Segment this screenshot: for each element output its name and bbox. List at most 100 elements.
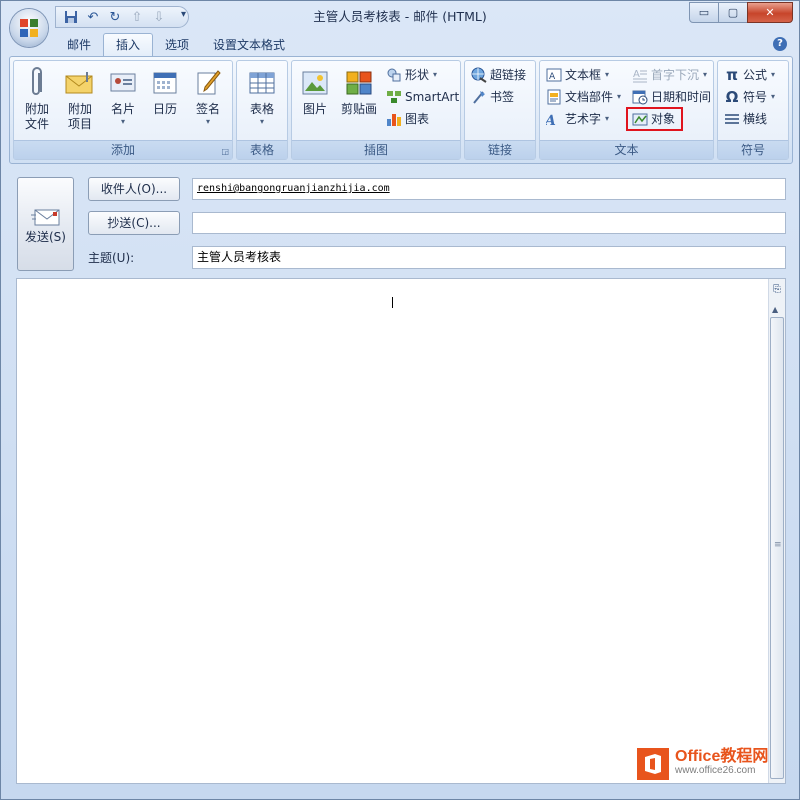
dialog-launcher-icon[interactable]: ◲ <box>221 147 229 156</box>
ribbon-tabs: 邮件 插入 选项 设置文本格式 <box>55 33 297 57</box>
smartart-label: SmartArt <box>405 90 460 104</box>
paperclip-icon <box>32 67 42 95</box>
table-label: 表格 <box>249 102 274 116</box>
shapes-button[interactable]: 形状 ▾ <box>386 65 437 85</box>
object-label: 对象 <box>651 112 676 126</box>
clipart-icon <box>346 71 372 95</box>
bookmark-icon <box>471 89 487 105</box>
attach-file-label: 附加 文件 <box>24 102 49 131</box>
calendar-button[interactable]: 日历 <box>145 66 185 117</box>
tab-options[interactable]: 选项 <box>153 33 201 57</box>
symbol-label: 符号 <box>743 90 768 104</box>
hyperlink-button[interactable]: 超链接 <box>471 65 526 85</box>
tab-format-text[interactable]: 设置文本格式 <box>201 33 297 57</box>
text-cursor <box>392 297 393 308</box>
send-envelope-icon <box>30 209 59 226</box>
to-field-value: renshi@bangongruanjianzhijia.com <box>197 183 390 194</box>
send-button[interactable]: 发送(S) <box>17 177 74 271</box>
up-arrow-icon[interactable]: ⇧ <box>126 8 148 26</box>
close-button[interactable]: ✕ <box>747 2 793 23</box>
chevron-down-icon: ▾ <box>617 92 622 101</box>
svg-text:A: A <box>633 69 640 80</box>
bookmark-label: 书签 <box>490 90 515 104</box>
group-text-title: 文本 <box>540 140 713 159</box>
chevron-down-icon: ▾ <box>703 70 708 79</box>
send-label: 发送(S) <box>25 230 66 244</box>
bookmark-button[interactable]: 书签 <box>471 87 514 107</box>
office-watermark-logo-icon <box>637 748 669 780</box>
datetime-label: 日期和时间 <box>651 90 712 104</box>
dropcap-button[interactable]: A 首字下沉 ▾ <box>632 65 707 85</box>
watermark-url: www.office26.com <box>675 765 756 776</box>
to-button[interactable]: 收件人(O)... <box>88 177 180 201</box>
office-button[interactable] <box>10 9 48 47</box>
quick-access-toolbar: ↶ ↻ ⇧ ⇩ <box>55 6 189 28</box>
save-icon[interactable] <box>60 8 82 26</box>
picture-label: 图片 <box>302 102 327 116</box>
qat-customize-icon[interactable]: ▾ <box>181 9 186 20</box>
scrollbar-thumb[interactable]: ≡ <box>770 317 784 779</box>
maximize-button[interactable]: ▢ <box>718 2 748 23</box>
horizontal-line-icon <box>724 111 740 127</box>
to-field[interactable]: renshi@bangongruanjianzhijia.com <box>192 178 786 200</box>
tab-insert[interactable]: 插入 <box>103 33 154 57</box>
tab-message[interactable]: 邮件 <box>55 33 103 57</box>
equation-label: 公式 <box>743 68 768 82</box>
ribbon-insert: 附加 文件 附加 项目 名片 ▾ 日历 签名 ▾ 添加 ◲ 表格 ▾ 表格 图片… <box>9 56 793 164</box>
business-card-icon <box>110 73 136 92</box>
chevron-down-icon: ▾ <box>771 70 776 79</box>
message-body[interactable] <box>16 278 786 784</box>
horizontal-line-button[interactable]: 横线 <box>724 109 767 129</box>
group-symbols-title: 符号 <box>718 140 788 159</box>
scroll-up-arrow-icon[interactable]: ▲ <box>772 305 778 314</box>
chevron-down-icon: ▾ <box>605 114 610 123</box>
clipart-button[interactable]: 剪贴画 <box>337 66 381 117</box>
group-links-title: 链接 <box>465 140 535 159</box>
table-button[interactable]: 表格 ▾ <box>242 66 282 127</box>
svg-text:A: A <box>546 113 558 127</box>
cc-field[interactable] <box>192 212 786 234</box>
group-symbols: π 公式 ▾ Ω 符号 ▾ 横线 符号 <box>717 60 789 160</box>
attach-item-button[interactable]: 附加 项目 <box>60 66 100 132</box>
equation-button[interactable]: π 公式 ▾ <box>724 65 775 85</box>
scrollbar-grip-icon: ≡ <box>774 540 782 550</box>
signature-button[interactable]: 签名 ▾ <box>188 66 228 127</box>
chevron-down-icon: ▾ <box>771 92 776 101</box>
subject-field[interactable]: 主管人员考核表 <box>192 246 786 269</box>
object-button[interactable]: 对象 <box>625 107 684 131</box>
chart-button[interactable]: 图表 <box>386 109 429 129</box>
business-card-button[interactable]: 名片 ▾ <box>103 66 143 127</box>
calendar-label: 日历 <box>152 102 177 116</box>
wordart-button[interactable]: A 艺术字 ▾ <box>546 109 609 129</box>
smartart-button[interactable]: SmartArt <box>386 87 459 107</box>
window-controls: ▭ ▢ ✕ <box>689 2 793 23</box>
redo-icon[interactable]: ↻ <box>104 8 126 26</box>
smartart-icon <box>386 89 402 105</box>
picture-button[interactable]: 图片 <box>295 66 335 117</box>
textbox-label: 文本框 <box>565 68 602 82</box>
symbol-button[interactable]: Ω 符号 ▾ <box>724 87 775 107</box>
quickparts-icon <box>546 89 562 105</box>
quickparts-label: 文档部件 <box>565 90 614 104</box>
undo-icon[interactable]: ↶ <box>82 8 104 26</box>
chevron-down-icon: ▾ <box>605 70 610 79</box>
vertical-scrollbar[interactable]: ⎘ ▲ ≡ <box>768 279 785 783</box>
horizontal-line-label: 横线 <box>743 112 768 126</box>
datetime-icon <box>632 89 648 105</box>
office-logo-icon <box>20 19 38 37</box>
ruler-toggle-icon[interactable]: ⎘ <box>770 283 784 297</box>
down-arrow-icon[interactable]: ⇩ <box>148 8 170 26</box>
minimize-button[interactable]: ▭ <box>689 2 719 23</box>
shapes-label: 形状 <box>405 68 430 82</box>
omega-icon: Ω <box>725 88 739 106</box>
textbox-button[interactable]: A 文本框 ▾ <box>546 65 609 85</box>
cc-button[interactable]: 抄送(C)... <box>88 211 180 235</box>
dropcap-label: 首字下沉 <box>651 68 700 82</box>
pi-icon: π <box>726 66 738 84</box>
group-tables: 表格 ▾ 表格 <box>236 60 288 160</box>
chevron-down-icon: ▾ <box>433 70 438 79</box>
help-icon[interactable]: ? <box>773 37 787 51</box>
datetime-button[interactable]: 日期和时间 <box>632 87 711 107</box>
quickparts-button[interactable]: 文档部件 ▾ <box>546 87 621 107</box>
attach-file-button[interactable]: 附加 文件 <box>17 66 57 132</box>
